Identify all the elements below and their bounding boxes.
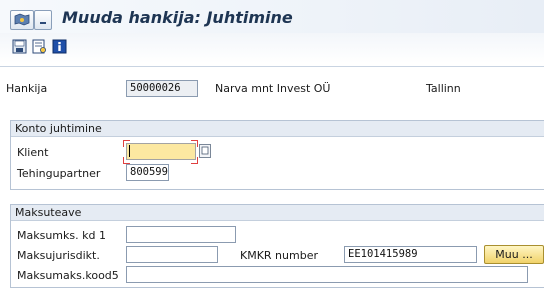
- client-label: Klient: [17, 146, 49, 159]
- focus-corner-bottom-left: [123, 157, 130, 164]
- focus-corner-top-right: [191, 140, 198, 147]
- title-bar: Muuda hankija: Juhtimine: [0, 0, 544, 33]
- info-icon[interactable]: [52, 39, 67, 54]
- display-icon[interactable]: [32, 39, 47, 54]
- trading-partner-label: Tehingupartner: [17, 167, 101, 180]
- page-title: Muuda hankija: Juhtimine: [62, 8, 293, 27]
- trading-partner-input[interactable]: 800599: [126, 164, 169, 181]
- more-button[interactable]: Muu ...: [484, 245, 544, 264]
- tax-jurisdiction-input[interactable]: [126, 246, 218, 263]
- tax-code1-label: Maksumks. kd 1: [17, 229, 106, 242]
- tax-code5-label: Maksumaks.kood5: [17, 269, 119, 282]
- tax-jurisdiction-label: Maksujurisdikt.: [17, 249, 100, 262]
- save-icon[interactable]: [12, 39, 27, 54]
- vendor-city: Tallinn: [426, 82, 461, 95]
- tax-code5-input[interactable]: [126, 266, 528, 283]
- dropdown-arrow-icon[interactable]: [34, 10, 52, 30]
- vat-input[interactable]: EE101415989: [344, 246, 477, 263]
- tax-info-title: Maksuteave: [11, 205, 544, 221]
- vat-label: KMKR number: [240, 249, 318, 262]
- focus-corner-top-left: [123, 140, 130, 147]
- divider: [0, 66, 544, 67]
- vendor-label: Hankija: [6, 82, 48, 95]
- tax-code1-input[interactable]: [126, 226, 236, 243]
- focus-corner-bottom-right: [191, 157, 198, 164]
- vendor-name: Narva mnt Invest OÜ: [215, 82, 331, 95]
- menu-icon[interactable]: [10, 10, 34, 30]
- client-input[interactable]: [126, 143, 196, 160]
- vendor-number-field: 50000026: [126, 80, 198, 97]
- account-control-title: Konto juhtimine: [11, 121, 544, 137]
- copy-icon[interactable]: [199, 144, 211, 158]
- application-toolbar: [0, 33, 544, 63]
